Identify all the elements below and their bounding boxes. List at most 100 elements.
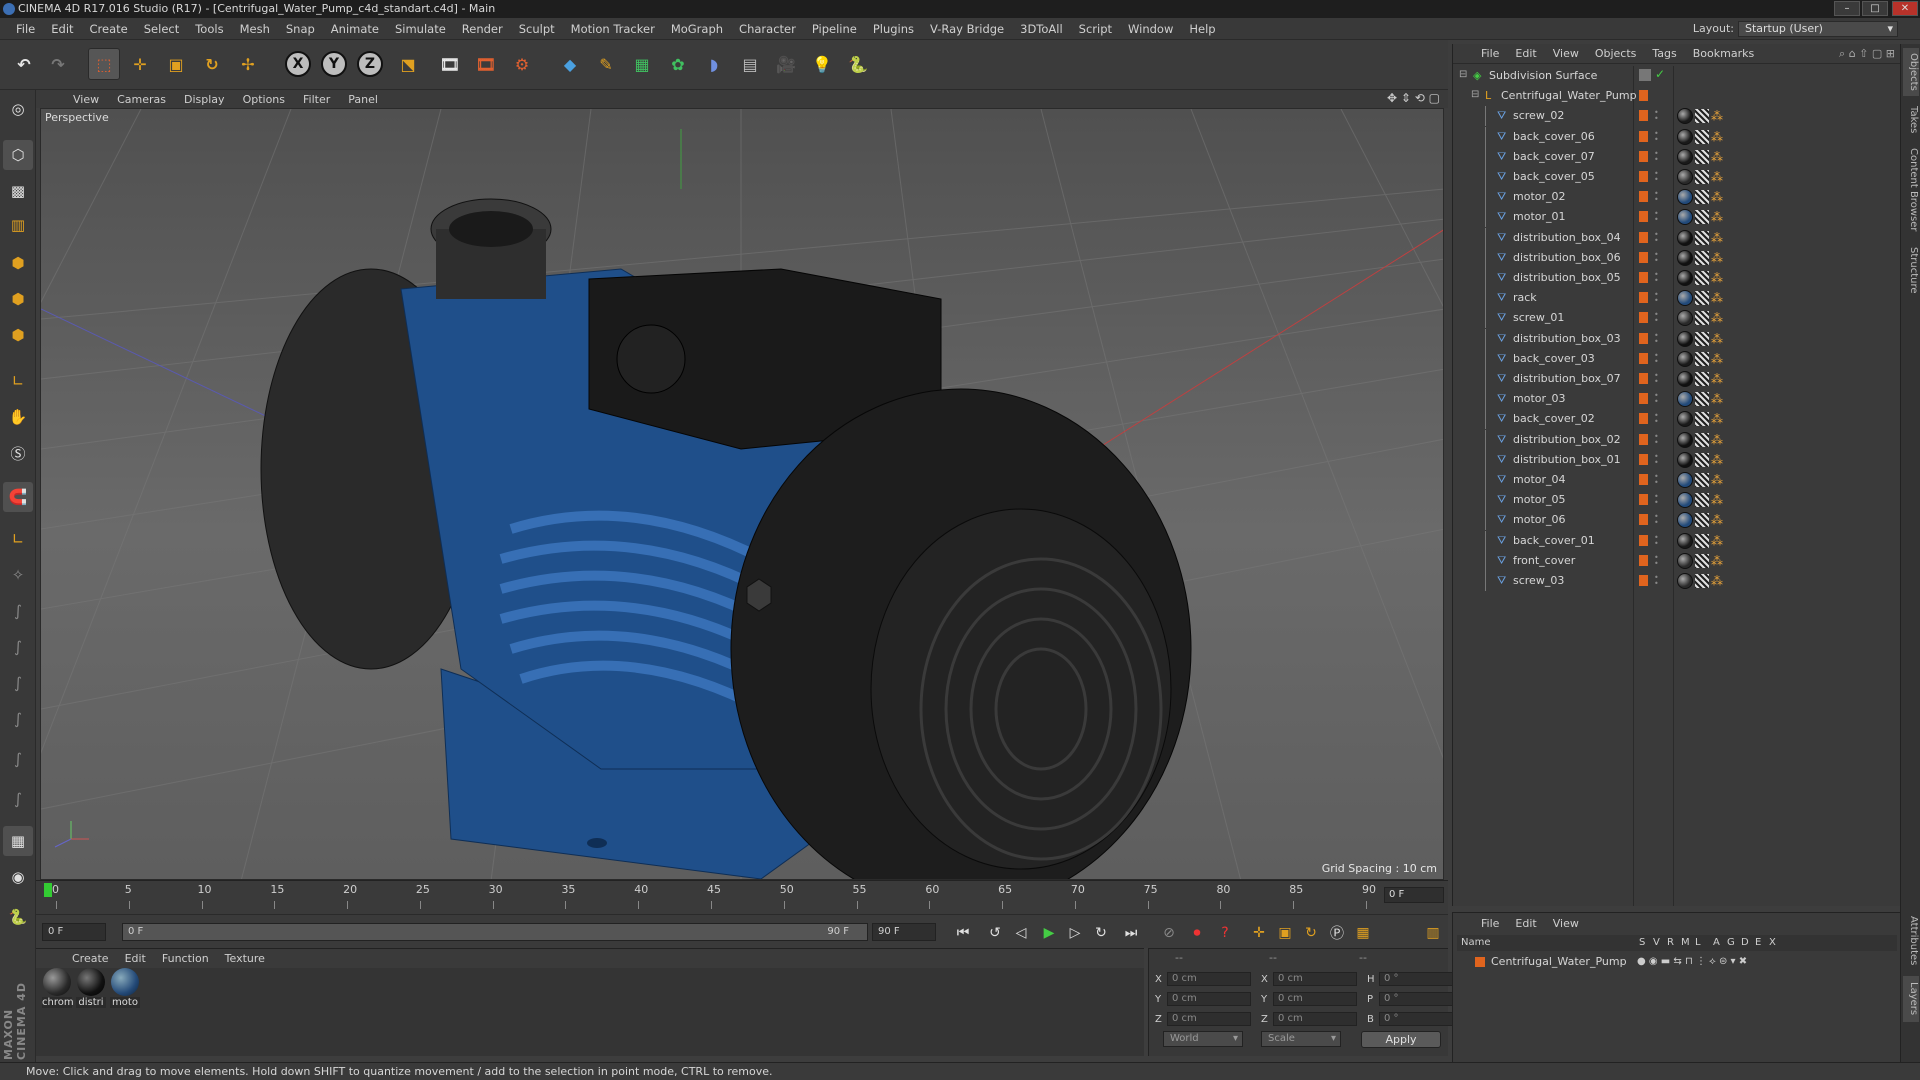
object-row[interactable]: ⛛ rack • • ⁂ [1453,288,1901,309]
brush-icon[interactable]: ✧ [3,560,33,590]
material-tag-icon[interactable] [1677,472,1693,488]
menu-simulate[interactable]: Simulate [387,22,454,36]
uvw-tag-icon[interactable] [1695,331,1709,346]
layer-col-e[interactable]: E [1755,935,1761,951]
cube-icon[interactable]: ◆ [554,48,586,80]
layer-col-d[interactable]: D [1741,935,1749,951]
layer-col-s[interactable]: S [1639,935,1645,951]
material-tag-icon[interactable] [1677,249,1693,266]
menu-tools[interactable]: Tools [187,22,231,36]
material-item[interactable]: moto [110,968,140,1008]
gradient-icon[interactable]: ◉ [3,862,33,892]
layer-color-swatch[interactable] [1639,494,1648,506]
scale-key-icon[interactable]: ▣ [1274,923,1296,943]
tab-takes[interactable]: Takes [1903,102,1919,138]
magnet-icon[interactable]: 🧲 [3,482,33,512]
menu-mograph[interactable]: MoGraph [663,22,731,36]
visibility-dots[interactable]: • • [1654,109,1660,123]
phong-tag-icon[interactable]: ⁂ [1711,513,1725,527]
layer-col-m[interactable]: M [1681,935,1690,951]
object-row[interactable]: ⛛ distribution_box_01 • • ⁂ [1453,449,1901,470]
next-key-icon[interactable]: ↻ [1090,923,1112,943]
tab-attributes[interactable]: Attributes [1903,912,1919,970]
menu-help[interactable]: Help [1181,22,1223,36]
phong-tag-icon[interactable]: ⁂ [1711,433,1725,447]
material-tag-icon[interactable] [1677,573,1693,589]
object-row[interactable]: ⛛ distribution_box_07 • • ⁂ [1453,369,1901,389]
vp-menu-display[interactable]: Display [175,93,234,106]
polygons-mode-icon[interactable]: ⬢ [3,320,33,350]
material-tag-icon[interactable] [1677,169,1693,185]
material-tag-icon[interactable] [1677,350,1693,367]
layer-color-swatch[interactable] [1639,272,1648,283]
visibility-dots[interactable]: • • [1654,493,1660,507]
menu-animate[interactable]: Animate [323,22,387,36]
vp-menu-options[interactable]: Options [234,93,294,106]
visibility-dots[interactable]: • • [1654,291,1660,305]
visibility-dots[interactable]: • • [1654,432,1660,446]
material-tag-icon[interactable] [1677,108,1693,125]
texture-mode-icon[interactable]: ▩ [3,176,33,206]
phong-tag-icon[interactable]: ⁂ [1711,554,1725,568]
uvw-tag-icon[interactable] [1695,149,1709,164]
material-tag-icon[interactable] [1677,229,1693,246]
menu-create[interactable]: Create [82,22,136,36]
edit-render-toggle[interactable] [1639,69,1651,81]
tab-objects[interactable]: Objects [1903,48,1919,96]
camera-icon[interactable]: 🎥 [770,48,802,80]
start-frame-field[interactable]: 0 F [42,923,106,941]
object-row[interactable]: ⛛ motor_01 • • ⁂ [1453,207,1901,228]
visibility-dots[interactable]: • • [1654,190,1660,204]
pos-y-field[interactable]: 0 cm [1167,992,1251,1006]
visibility-dots[interactable]: • • [1654,351,1660,365]
layer-row[interactable]: Centrifugal_Water_Pump ● ◉ ▬ ⇆ ⊓ ⋮ ⟡ ⊜ ▾… [1457,953,1897,971]
menu-window[interactable]: Window [1120,22,1181,36]
layer-color-swatch[interactable] [1639,514,1648,526]
object-row[interactable]: ⛛ front_cover • • ⁂ [1453,550,1901,571]
timeline-layout-icon[interactable]: ▥ [1422,923,1444,943]
material-tag-icon[interactable] [1677,330,1693,347]
rot-p-field[interactable]: 0 ° [1379,992,1463,1006]
visibility-dots[interactable]: • • [1654,553,1660,567]
material-tag-icon[interactable] [1677,532,1693,549]
menu-3dtoall[interactable]: 3DToAll [1012,22,1071,36]
layer-color-swatch[interactable] [1475,957,1485,967]
collapse-toggle-icon[interactable]: ⊟ [1459,69,1467,80]
uvw-tag-icon[interactable] [1695,170,1709,184]
points-mode-icon[interactable]: ⬢ [3,248,33,278]
move-icon[interactable]: ✛ [124,48,156,80]
size-y-field[interactable]: 0 cm [1273,992,1357,1006]
mat-menu-function[interactable]: Function [154,952,217,965]
material-tag-icon[interactable] [1677,451,1693,468]
layer-col-l[interactable]: L [1695,935,1701,951]
object-row[interactable]: ⛛ back_cover_02 • • ⁂ [1453,409,1901,430]
visibility-dots[interactable]: • • [1654,210,1660,224]
menu-pipeline[interactable]: Pipeline [804,22,865,36]
pos-z-field[interactable]: 0 cm [1167,1012,1251,1026]
layer-color-swatch[interactable] [1639,231,1648,243]
uvw-tag-icon[interactable] [1695,412,1709,427]
phong-tag-icon[interactable]: ⁂ [1711,130,1725,144]
menu-motion-tracker[interactable]: Motion Tracker [563,22,663,36]
object-row[interactable]: ◈ Subdivision Surface ⊟ ✓ [1453,66,1901,86]
workplane-icon[interactable]: ▥ [3,210,33,240]
uvw-tag-icon[interactable] [1695,392,1709,407]
select-icon[interactable]: ⬚ [88,48,120,80]
coord-space-dropdown[interactable]: World ▾ [1163,1031,1243,1047]
uvw-tag-icon[interactable] [1695,129,1709,144]
extrude-icon[interactable]: ∫ [3,744,33,774]
layer-color-swatch[interactable] [1639,413,1648,425]
visibility-dots[interactable]: • • [1654,271,1660,285]
coord-mode-dropdown[interactable]: Scale ▾ [1261,1031,1341,1047]
phong-tag-icon[interactable]: ⁂ [1711,493,1725,507]
size-z-field[interactable]: 0 cm [1273,1012,1357,1026]
mat-menu-edit[interactable]: Edit [117,952,154,965]
scale-icon[interactable]: ▣ [160,48,192,80]
phong-tag-icon[interactable]: ⁂ [1711,231,1725,245]
visibility-dots[interactable]: • • [1654,372,1660,386]
soft-selection-icon[interactable]: ∟ [3,524,33,554]
autokey-icon[interactable]: ⏺ [1186,923,1208,943]
menu-render[interactable]: Render [454,22,511,36]
layer-color-swatch[interactable] [1639,171,1648,182]
phong-tag-icon[interactable]: ⁂ [1711,190,1725,204]
